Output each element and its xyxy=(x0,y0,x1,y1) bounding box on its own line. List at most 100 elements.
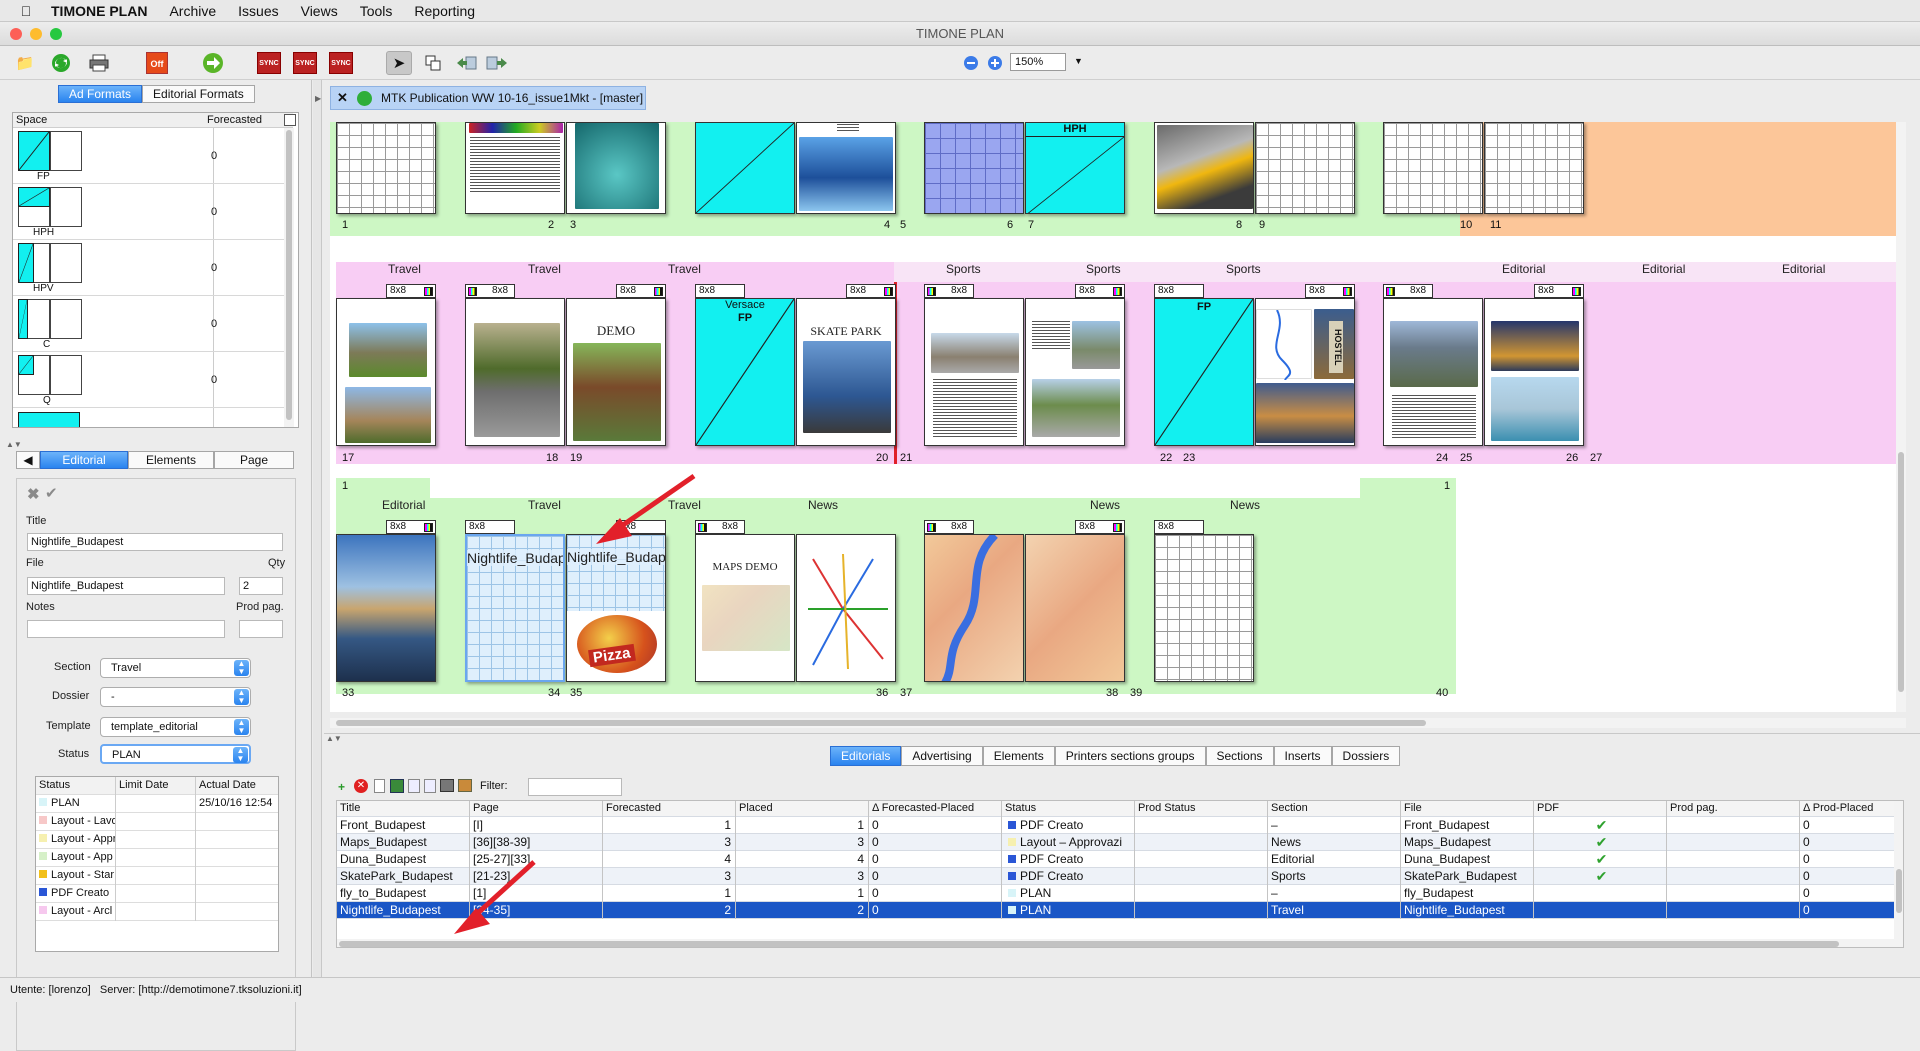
close-window-button[interactable] xyxy=(10,28,22,40)
page-21[interactable]: SKATE PARK xyxy=(796,298,896,446)
page-4[interactable] xyxy=(695,122,795,214)
status-history-row[interactable]: PDF Creato xyxy=(36,885,278,903)
duplicate-icon[interactable] xyxy=(420,51,446,75)
page-17[interactable] xyxy=(336,298,436,446)
page-25[interactable]: HOSTEL xyxy=(1255,298,1355,446)
page-23[interactable] xyxy=(1025,298,1125,446)
refresh-button[interactable] xyxy=(48,51,74,75)
notes-field[interactable] xyxy=(27,620,225,638)
badge[interactable]: 8x8 xyxy=(1154,520,1204,534)
menu-issues[interactable]: Issues xyxy=(227,3,289,19)
go-forward-button[interactable] xyxy=(200,51,226,75)
zoom-window-button[interactable] xyxy=(50,28,62,40)
page-1[interactable] xyxy=(336,122,436,214)
status-history-row[interactable]: Layout - App xyxy=(36,849,278,867)
open-folder-icon[interactable]: 📁 xyxy=(12,51,38,75)
table-row[interactable]: Maps_Budapest [36][38-39] 3 3 0 Layout – Appr… xyxy=(337,834,1897,851)
cancel-icon[interactable]: ✖ xyxy=(27,485,40,503)
page-22[interactable] xyxy=(924,298,1024,446)
badge[interactable]: 8x8 xyxy=(1383,284,1433,298)
format-row[interactable]: FP 0 xyxy=(13,128,293,184)
page-18[interactable] xyxy=(465,298,565,446)
badge[interactable]: 8x8 xyxy=(386,284,436,298)
title-field[interactable]: Nightlife_Budapest xyxy=(27,533,283,551)
badge[interactable]: 8x8 xyxy=(846,284,896,298)
badge[interactable]: 8x8 xyxy=(1305,284,1355,298)
page-35[interactable]: Nightlife_BudapestPizza xyxy=(566,534,666,682)
tab-ad-formats[interactable]: Ad Formats xyxy=(58,85,143,103)
sync-button-2[interactable]: SYNC xyxy=(292,51,318,75)
back-arrow-icon[interactable]: ◀ xyxy=(16,451,40,469)
badge[interactable]: 8x8 xyxy=(465,520,515,534)
qty-field[interactable]: 2 xyxy=(239,577,283,595)
page-36[interactable]: MAPS DEMO xyxy=(695,534,795,682)
format-row[interactable]: C 0 xyxy=(13,296,293,352)
section-select[interactable]: Travel ▲ ▼ xyxy=(100,658,251,678)
move-page-right-icon[interactable] xyxy=(484,51,510,75)
badge[interactable]: 8x8 xyxy=(1534,284,1584,298)
tab-dossiers[interactable]: Dossiers xyxy=(1331,746,1401,766)
confirm-icon[interactable]: ✔ xyxy=(45,484,58,502)
table-row[interactable]: fly_to_Budapest [1] 1 1 0 PLAN – fly_Budapest 0 xyxy=(337,885,1897,902)
table-row[interactable]: SkatePark_Budapest [21-23] 3 3 0 PDF Creato Sp… xyxy=(337,868,1897,885)
splitter[interactable]: ▶ xyxy=(313,80,322,977)
page-10[interactable] xyxy=(1383,122,1483,214)
badge[interactable]: 8x8 xyxy=(616,520,666,534)
print-table-icon[interactable] xyxy=(440,779,454,792)
tab-editorial[interactable]: Editorial xyxy=(40,451,128,469)
pointer-tool-icon[interactable]: ➤ xyxy=(386,51,412,75)
prodpag-field[interactable] xyxy=(239,620,283,638)
badge[interactable]: 8x8 xyxy=(386,520,436,534)
dossier-select[interactable]: - ▲ ▼ xyxy=(100,687,251,707)
format-row[interactable]: HPH 0 xyxy=(13,184,293,240)
close-tab-icon[interactable]: ✕ xyxy=(337,87,348,109)
page-34[interactable]: Nightlife_Budapest xyxy=(465,534,565,682)
badge[interactable]: 8x8 xyxy=(1075,520,1125,534)
tab-advertising[interactable]: Advertising xyxy=(901,746,983,766)
tab-elements[interactable]: Elements xyxy=(128,451,214,469)
document-tab[interactable]: ✕ MTK Publication WW 10-16_issue1Mkt - [… xyxy=(330,86,646,110)
filter-input[interactable] xyxy=(528,778,622,796)
table-row[interactable]: Nightlife_Budapest [34-35] 2 2 0 PLAN Travel Ni… xyxy=(337,902,1897,919)
table-row[interactable]: Front_Budapest [I] 1 1 0 PDF Creato – Front_Bud… xyxy=(337,817,1897,834)
badge[interactable]: 8x8 xyxy=(924,284,974,298)
export-excel-icon[interactable] xyxy=(390,779,404,793)
status-history-row[interactable]: PLAN 25/10/16 12:54 xyxy=(36,795,278,813)
page-33[interactable] xyxy=(336,534,436,682)
tab-sections[interactable]: Sections xyxy=(1205,746,1274,766)
format-row[interactable]: HPV 0 xyxy=(13,240,293,296)
sync-button-3[interactable]: SYNC xyxy=(328,51,354,75)
menu-reporting[interactable]: Reporting xyxy=(403,3,486,19)
badge[interactable]: 8x8 xyxy=(1075,284,1125,298)
page-38[interactable] xyxy=(924,534,1024,682)
move-page-left-icon[interactable] xyxy=(454,51,480,75)
apple-icon[interactable]:  xyxy=(12,3,40,19)
menu-archive[interactable]: Archive xyxy=(158,3,227,19)
board-vertical-scrollbar[interactable] xyxy=(1896,122,1906,712)
copy-doc-icon[interactable] xyxy=(424,779,436,793)
badge[interactable]: 8x8 xyxy=(695,520,745,534)
menu-views[interactable]: Views xyxy=(290,3,349,19)
badge[interactable]: 8x8 xyxy=(1154,284,1204,298)
add-icon[interactable]: + xyxy=(338,780,345,794)
page-3[interactable] xyxy=(566,122,666,214)
sync-button-1[interactable]: SYNC xyxy=(256,51,282,75)
page-37[interactable] xyxy=(796,534,896,682)
board-horizontal-scrollbar[interactable] xyxy=(330,718,1906,728)
page-7[interactable]: HPH xyxy=(1025,122,1125,214)
table-row[interactable]: Duna_Budapest [25-27][33] 4 4 0 PDF Creato Edi… xyxy=(337,851,1897,868)
menu-tools[interactable]: Tools xyxy=(349,3,404,19)
status-history-row[interactable]: Layout - Appr xyxy=(36,831,278,849)
tab-printers-sections-groups[interactable]: Printers sections groups xyxy=(1054,746,1206,766)
page-8[interactable] xyxy=(1154,122,1254,214)
offline-toggle-button[interactable]: Off xyxy=(144,51,170,75)
formats-scrollbar[interactable] xyxy=(284,128,294,427)
zoom-in-icon[interactable] xyxy=(986,51,1004,75)
new-doc-icon[interactable] xyxy=(408,779,420,793)
minimize-window-button[interactable] xyxy=(30,28,42,40)
page-24[interactable]: FP xyxy=(1154,298,1254,446)
tab-editorials[interactable]: Editorials xyxy=(830,746,902,766)
badge[interactable]: 8x8 xyxy=(616,284,666,298)
zoom-out-icon[interactable] xyxy=(962,51,980,75)
delete-icon[interactable]: ✕ xyxy=(354,779,368,793)
